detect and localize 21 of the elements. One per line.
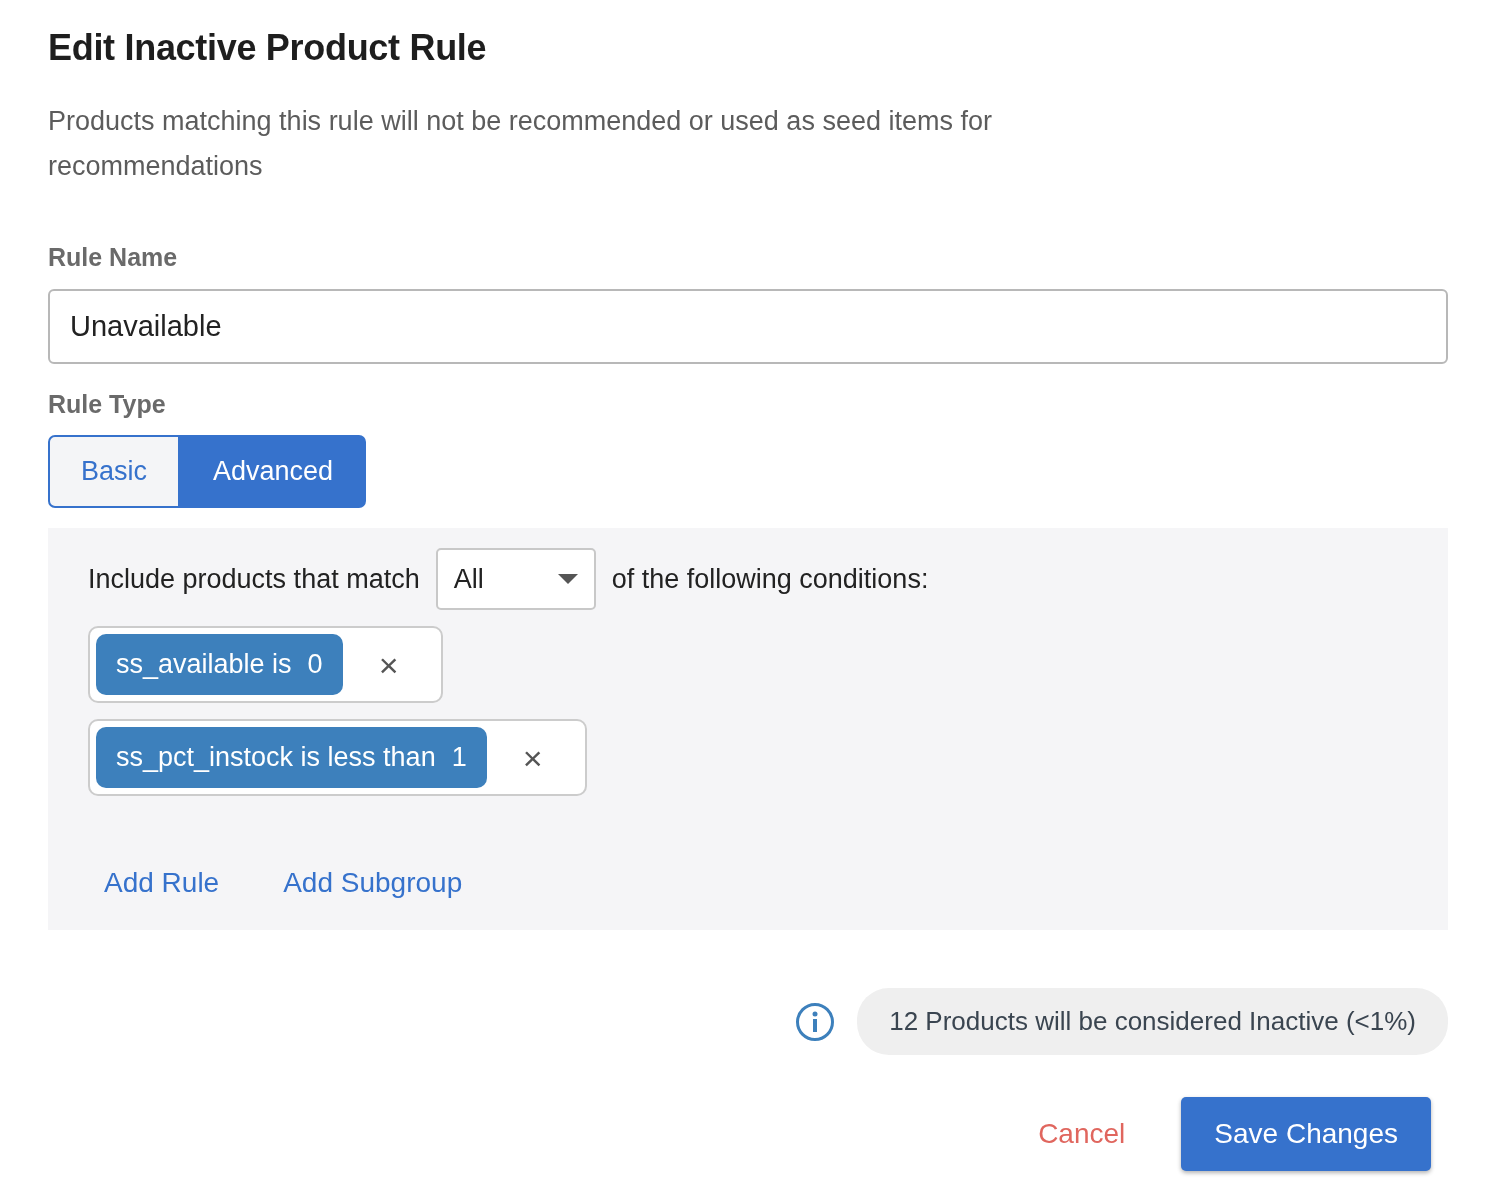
- condition-chip[interactable]: ss_pct_instock is less than 1: [96, 727, 487, 789]
- remove-button[interactable]: ×: [486, 740, 579, 775]
- condition-prefix: Include products that match: [88, 562, 420, 596]
- add-link[interactable]: Add Rule: [104, 862, 220, 905]
- save-button[interactable]: Save Changes: [1181, 1097, 1431, 1172]
- add-link[interactable]: Add Subgroup: [283, 862, 463, 905]
- info-icon: [795, 1001, 836, 1042]
- dialog-title: Edit Inactive Product Rule: [48, 26, 488, 70]
- match-dropdown[interactable]: All: [435, 548, 596, 611]
- field-label: Rule Name: [48, 242, 178, 274]
- cancel-button[interactable]: Cancel: [1032, 1112, 1132, 1157]
- rule-type-tab[interactable]: Advanced: [180, 435, 367, 509]
- remove-button[interactable]: ×: [342, 647, 435, 682]
- condition-suffix: of the following conditions:: [611, 562, 929, 596]
- condition-chip[interactable]: ss_available is 0: [96, 634, 343, 696]
- summary-pill: 12 Products will be considered Inactive (<1%): [857, 988, 1448, 1056]
- field-label: Rule Type: [48, 388, 166, 420]
- caret-icon: [557, 574, 578, 585]
- rule-name-input[interactable]: Unavailable: [48, 288, 1448, 364]
- dialog-description: Products matching this rule will not be recommended or used as seed items for recommendations: [48, 105, 993, 184]
- rule-type-tab[interactable]: Basic: [48, 435, 181, 509]
